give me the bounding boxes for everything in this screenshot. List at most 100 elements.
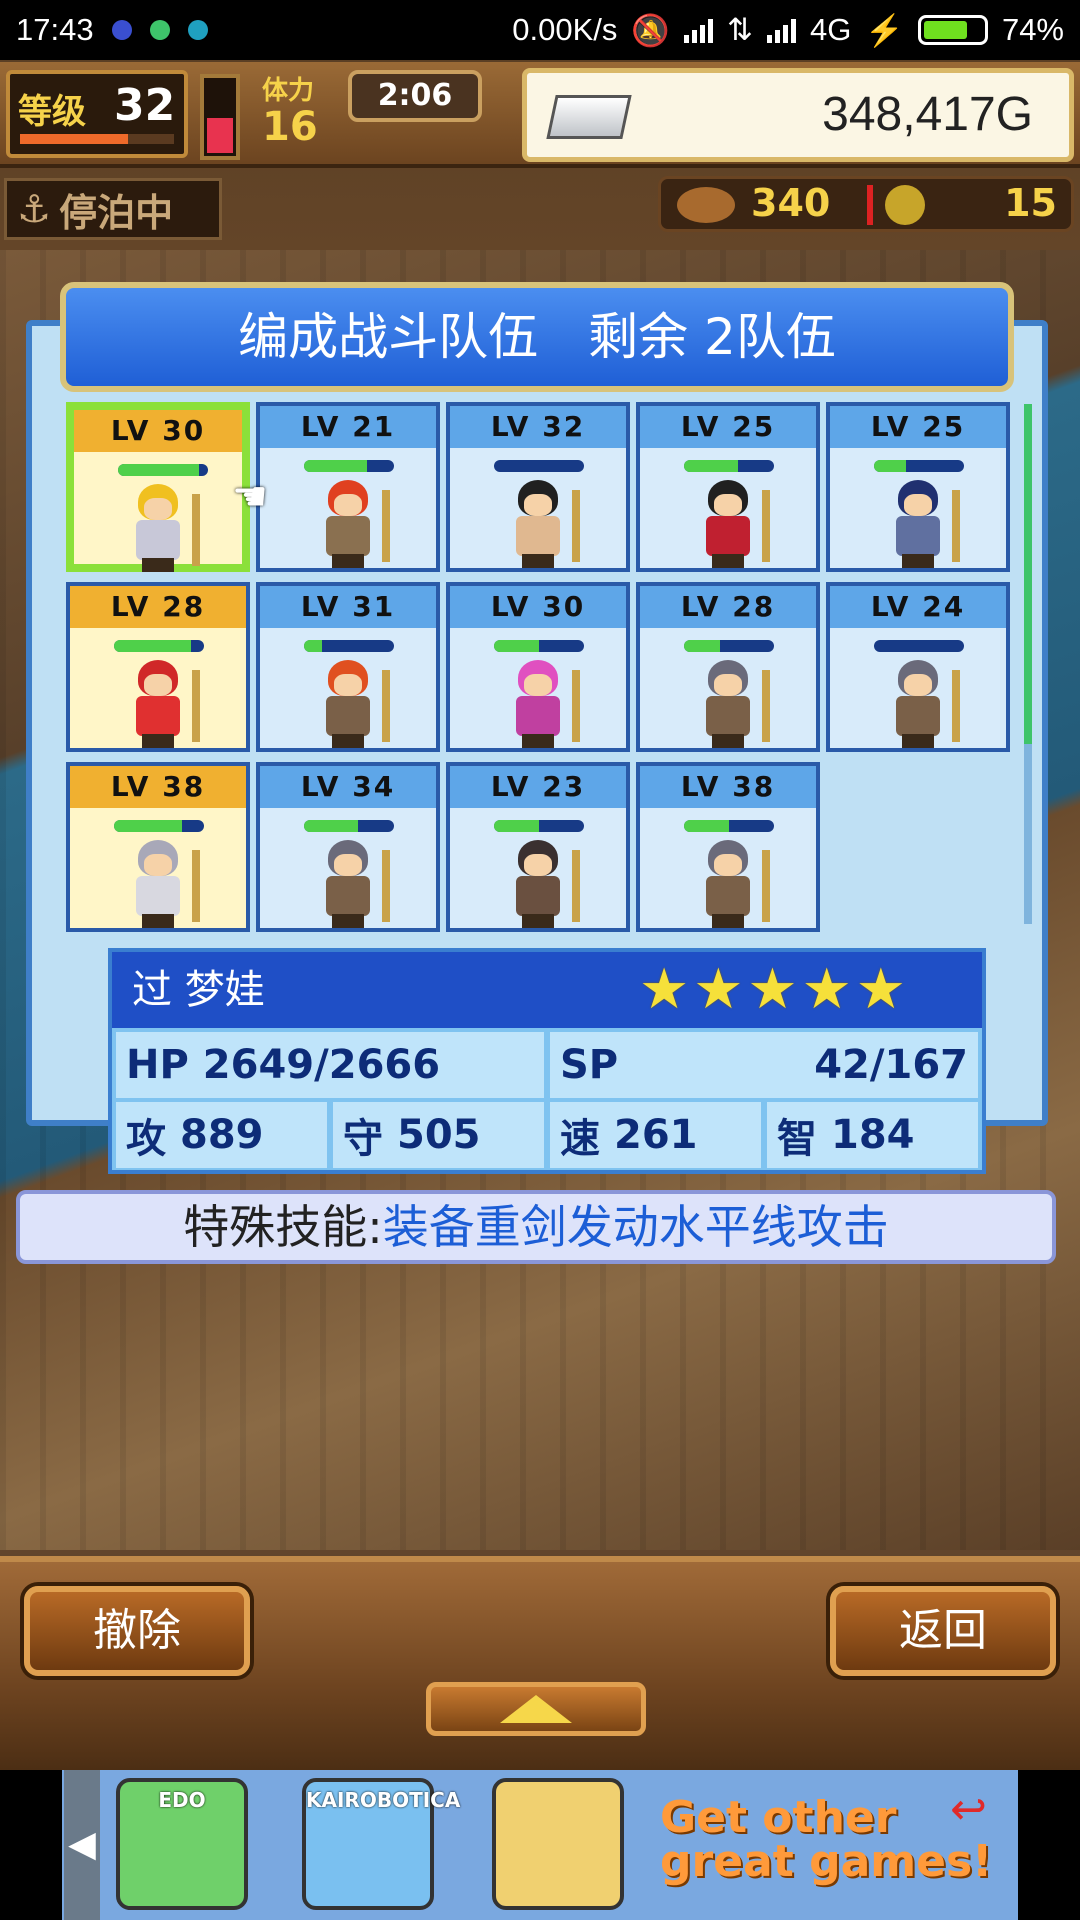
crew-level: LV 25 xyxy=(830,406,1006,448)
player-level-box: 等级 32 xyxy=(6,70,188,158)
crew-level: LV 23 xyxy=(450,766,626,808)
ship-status: ⚓ 停泊中 xyxy=(4,178,222,240)
exp-bar xyxy=(20,134,174,144)
crew-card[interactable]: LV 31 xyxy=(256,582,440,752)
crew-card[interactable]: LV 24 xyxy=(826,582,1010,752)
stamina-box: 体力 16 xyxy=(262,70,318,147)
ad-text[interactable]: Get other great games! xyxy=(660,1796,992,1884)
level-value: 32 xyxy=(114,80,176,131)
pointing-hand-icon: ☚ xyxy=(232,474,268,520)
crew-card[interactable]: LV 30 xyxy=(66,402,250,572)
notification-icon xyxy=(187,20,208,40)
hp-label: HP xyxy=(126,1042,189,1088)
defense-stat: 守 505 xyxy=(333,1102,544,1168)
expand-up-button[interactable] xyxy=(426,1682,646,1736)
status-bar: 17:43 0.00K/s 🔕 ⇅ 4G ⚡ 74% xyxy=(0,0,1080,60)
crew-sprite xyxy=(692,660,770,748)
stamina-label: 体力 xyxy=(262,76,315,106)
crew-hp-bar xyxy=(114,640,204,652)
resource-separator xyxy=(867,185,873,225)
skill-label: 特殊技能: xyxy=(183,1200,383,1254)
speed-value: 261 xyxy=(614,1112,698,1158)
attack-stat: 攻 889 xyxy=(116,1102,327,1168)
member-name-bar: 过 梦娃 ★★★★★ xyxy=(112,952,982,1028)
speed-stat: 速 261 xyxy=(550,1102,761,1168)
crew-sprite xyxy=(312,840,390,928)
crew-card[interactable]: LV 38 xyxy=(636,762,820,932)
crew-hp-bar xyxy=(874,640,964,652)
remove-button[interactable]: 撤除 xyxy=(24,1586,250,1676)
crew-hp-bar xyxy=(684,820,774,832)
crew-level: LV 25 xyxy=(640,406,816,448)
ad-banner[interactable]: ◀ EDO KAIROBOTICA Get other great games!… xyxy=(0,1770,1080,1920)
crew-hp-bar xyxy=(494,640,584,652)
sp-stat: SP 42/167 xyxy=(550,1032,978,1098)
clock: 17:43 xyxy=(16,12,94,47)
stamina-gauge xyxy=(200,74,240,160)
crew-sprite xyxy=(882,660,960,748)
speed-label: 速 xyxy=(560,1116,600,1162)
grid-scrollbar[interactable] xyxy=(1024,404,1032,924)
crew-hp-bar xyxy=(494,820,584,832)
crew-level: LV 24 xyxy=(830,586,1006,628)
crew-card[interactable]: LV 23 xyxy=(446,762,630,932)
crew-sprite xyxy=(502,480,580,568)
crew-hp-bar xyxy=(874,460,964,472)
attack-value: 889 xyxy=(180,1112,264,1158)
mute-icon: 🔕 xyxy=(631,12,670,48)
crew-card[interactable]: LV 30 xyxy=(446,582,630,752)
crew-card[interactable]: LV 25 xyxy=(636,402,820,572)
defense-label: 守 xyxy=(343,1116,383,1162)
crew-level: LV 28 xyxy=(70,586,246,628)
crew-sprite xyxy=(122,840,200,928)
crew-hp-bar xyxy=(304,640,394,652)
network-type: 4G xyxy=(809,12,852,47)
crew-card[interactable]: LV 38 xyxy=(66,762,250,932)
data-transfer-icon: ⇅ xyxy=(727,12,753,47)
panel-title: 编成战斗队伍 剩余 2队伍 xyxy=(60,282,1014,392)
crew-card[interactable]: LV 28 xyxy=(636,582,820,752)
crew-level: LV 21 xyxy=(260,406,436,448)
crew-level: LV 30 xyxy=(74,410,242,452)
up-arrow-icon xyxy=(500,1695,572,1723)
crew-card[interactable]: LV 34 xyxy=(256,762,440,932)
crew-card[interactable]: LV 32 xyxy=(446,402,630,572)
ship-status-label: 停泊中 xyxy=(59,190,174,235)
hp-value: 2649/2666 xyxy=(202,1042,441,1088)
crew-level: LV 30 xyxy=(450,586,626,628)
intelligence-label: 智 xyxy=(777,1116,817,1162)
return-arrow-icon: ↩ xyxy=(950,1784,987,1835)
crew-hp-bar xyxy=(114,820,204,832)
gold-value: 348,417G xyxy=(822,88,1033,141)
battery-percent: 74% xyxy=(1001,12,1064,47)
crew-hp-bar xyxy=(684,640,774,652)
rarity-stars: ★★★★★ xyxy=(638,957,910,1022)
crew-level: LV 31 xyxy=(260,586,436,628)
net-speed: 0.00K/s xyxy=(512,12,618,47)
crew-hp-bar xyxy=(494,460,584,472)
ad-prev-arrow-icon[interactable]: ◀ xyxy=(64,1770,100,1920)
crew-level: LV 38 xyxy=(640,766,816,808)
ad-app-edo-label: EDO xyxy=(158,1788,206,1812)
crew-sprite xyxy=(312,480,390,568)
ad-app-kairobotica[interactable]: KAIROBOTICA xyxy=(302,1778,460,1910)
crew-card[interactable]: LV 21 xyxy=(256,402,440,572)
crew-level: LV 32 xyxy=(450,406,626,448)
crew-card[interactable]: LV 25 xyxy=(826,402,1010,572)
resources-box: 340 15 xyxy=(658,176,1074,232)
ad-app-restaurant[interactable] xyxy=(492,1778,624,1910)
crew-sprite xyxy=(502,840,580,928)
crew-level: LV 34 xyxy=(260,766,436,808)
crew-card[interactable]: LV 28 xyxy=(66,582,250,752)
back-button[interactable]: 返回 xyxy=(830,1586,1056,1676)
crew-sprite xyxy=(122,484,200,572)
crew-hp-bar xyxy=(304,820,394,832)
crew-hp-bar xyxy=(304,460,394,472)
intelligence-stat: 智 184 xyxy=(767,1102,978,1168)
level-label: 等级 xyxy=(18,92,86,132)
android-icon xyxy=(149,20,170,40)
ad-app-edo[interactable]: EDO xyxy=(116,1778,248,1910)
member-name: 过 梦娃 xyxy=(132,967,265,1013)
member-stats-panel: 过 梦娃 ★★★★★ HP 2649/2666 SP 42/167 攻 889 … xyxy=(108,948,986,1174)
crew-sprite xyxy=(502,660,580,748)
